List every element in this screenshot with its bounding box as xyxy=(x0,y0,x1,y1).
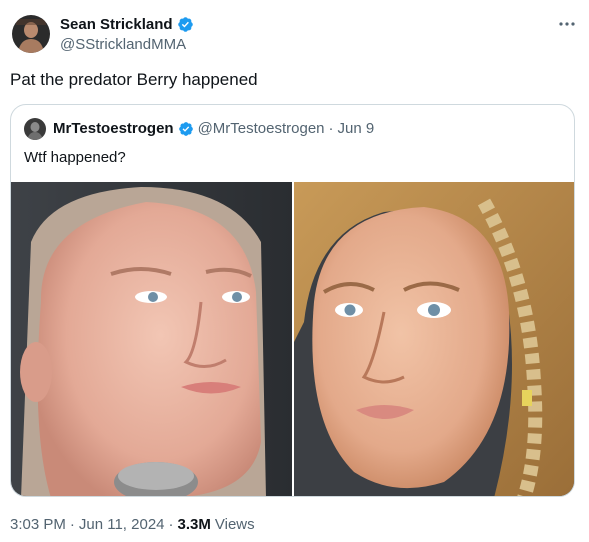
quoted-display-name[interactable]: MrTestoestrogen xyxy=(53,120,174,137)
photo-right[interactable] xyxy=(294,182,574,496)
author-name-row: Sean Strickland xyxy=(60,16,194,33)
separator-dot: · xyxy=(168,516,174,533)
quoted-text: Wtf happened? xyxy=(24,149,126,166)
tweet-meta: 3:03 PM · Jun 11, 2024 · 3.3M Views xyxy=(10,516,255,533)
more-options-icon[interactable] xyxy=(557,14,577,34)
quoted-tweet-card[interactable]: MrTestoestrogen @MrTestoestrogen · Jun 9… xyxy=(10,104,575,497)
views-label: Views xyxy=(214,516,255,533)
verified-badge-icon xyxy=(178,121,194,137)
separator-dot: · xyxy=(328,120,334,137)
tweet-date[interactable]: Jun 11, 2024 xyxy=(79,516,165,533)
verified-badge-icon xyxy=(177,16,194,33)
author-handle[interactable]: @SStricklandMMA xyxy=(60,36,186,53)
quoted-date[interactable]: Jun 9 xyxy=(338,120,375,137)
quoted-handle[interactable]: @MrTestoestrogen xyxy=(198,120,325,137)
photo-left[interactable] xyxy=(11,182,292,496)
quoted-author-avatar[interactable] xyxy=(24,118,46,140)
quoted-header: MrTestoestrogen @MrTestoestrogen · Jun 9 xyxy=(53,120,374,137)
separator-dot: · xyxy=(69,516,75,533)
author-display-name[interactable]: Sean Strickland xyxy=(60,16,173,33)
views-count: 3.3M xyxy=(177,516,211,533)
author-avatar[interactable] xyxy=(12,15,50,53)
tweet-text: Pat the predator Berry happened xyxy=(10,70,258,89)
tweet-time[interactable]: 3:03 PM xyxy=(10,516,66,533)
